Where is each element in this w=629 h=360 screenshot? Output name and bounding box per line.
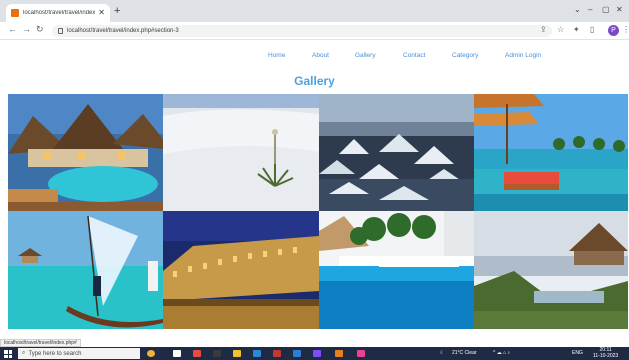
tab-close-icon[interactable]: ✕ xyxy=(98,9,105,17)
gallery-image-palace-night[interactable] xyxy=(163,211,319,329)
windows-taskbar: ⌕ Type here to search ☾ 21°C Clear ^ ☁ ⌂… xyxy=(0,347,629,360)
nav-admin-login[interactable]: Admin Login xyxy=(505,52,541,59)
file-explorer-icon[interactable] xyxy=(233,350,241,357)
clock-date: 11-10-2023 xyxy=(593,353,619,359)
browser-toolbar: ← → ↻ localhost/travel/travel/index.php#… xyxy=(0,22,629,40)
nav-gallery[interactable]: Gallery xyxy=(355,52,376,59)
site-nav: Home About Gallery Contact Category Admi… xyxy=(0,52,629,62)
tray-icons[interactable]: ^ ☁ ⌂ ♪ xyxy=(493,350,510,357)
star-icon[interactable]: ☆ xyxy=(557,26,564,34)
link-status-bubble: localhost/travel/travel/index.php# xyxy=(0,339,81,347)
info-icon[interactable] xyxy=(58,28,63,34)
store-icon[interactable] xyxy=(253,350,261,357)
back-button[interactable]: ← xyxy=(8,25,17,34)
gallery-image-beach-umbrellas[interactable] xyxy=(474,94,628,211)
office-icon[interactable] xyxy=(273,350,281,357)
tab-title: localhost/travel/travel/index.php xyxy=(23,10,96,16)
new-tab-button[interactable]: + xyxy=(114,6,120,17)
weather-text[interactable]: 21°C Clear xyxy=(452,350,477,357)
nav-category[interactable]: Category xyxy=(452,52,478,59)
address-bar[interactable]: localhost/travel/travel/index.php#sectio… xyxy=(52,25,552,37)
gallery-image-cliff-pool[interactable] xyxy=(474,211,628,329)
windows-start-icon[interactable] xyxy=(4,350,12,358)
task-view-icon[interactable] xyxy=(173,350,181,357)
search-icon: ⌕ xyxy=(22,350,26,356)
gallery-image-snowy-town[interactable] xyxy=(319,94,474,211)
url-text: localhost/travel/travel/index.php#sectio… xyxy=(67,28,179,34)
xampp-icon[interactable] xyxy=(335,350,343,357)
extensions-icon[interactable]: ✦ xyxy=(573,26,580,34)
gallery-image-white-desert[interactable] xyxy=(163,94,319,211)
forward-button[interactable]: → xyxy=(22,25,31,34)
close-window-button[interactable]: ✕ xyxy=(616,6,623,14)
nav-home[interactable]: Home xyxy=(268,52,285,59)
widget-icon[interactable] xyxy=(147,350,155,357)
gallery-image-sailboat[interactable] xyxy=(8,211,163,329)
terminal-icon[interactable] xyxy=(213,350,221,357)
side-panel-icon[interactable]: ▯ xyxy=(590,26,594,34)
chevron-down-icon[interactable]: ⌄ xyxy=(574,6,581,14)
nav-contact[interactable]: Contact xyxy=(403,52,425,59)
taskbar-search[interactable]: ⌕ Type here to search xyxy=(18,348,140,359)
share-icon[interactable]: ⇪ xyxy=(540,26,547,34)
profile-avatar[interactable]: P xyxy=(608,25,619,36)
minimize-button[interactable]: – xyxy=(588,6,592,14)
app-icon[interactable] xyxy=(313,350,321,357)
gallery-title: Gallery xyxy=(294,74,335,88)
vscode-icon[interactable] xyxy=(293,350,301,357)
maximize-button[interactable]: ▢ xyxy=(602,6,610,14)
nav-about[interactable]: About xyxy=(312,52,329,59)
photos-icon[interactable] xyxy=(357,350,365,357)
browser-tab-strip: localhost/travel/travel/index.php ✕ + ⌄ … xyxy=(0,0,629,22)
gallery-image-resort-huts[interactable] xyxy=(8,94,163,211)
gallery-grid xyxy=(8,94,628,329)
favicon-icon xyxy=(11,9,19,17)
gallery-image-palm-pool[interactable] xyxy=(319,211,474,329)
reload-button[interactable]: ↻ xyxy=(36,25,44,34)
clock[interactable]: 20:11 11-10-2023 xyxy=(593,347,618,359)
menu-icon[interactable]: ⋮ xyxy=(622,26,629,34)
weather-icon[interactable]: ☾ xyxy=(440,350,444,357)
browser-tab[interactable]: localhost/travel/travel/index.php ✕ xyxy=(6,4,110,22)
taskbar-search-placeholder: Type here to search xyxy=(28,350,82,357)
chrome-icon[interactable] xyxy=(193,350,201,357)
language-indicator[interactable]: ENG xyxy=(572,350,583,357)
